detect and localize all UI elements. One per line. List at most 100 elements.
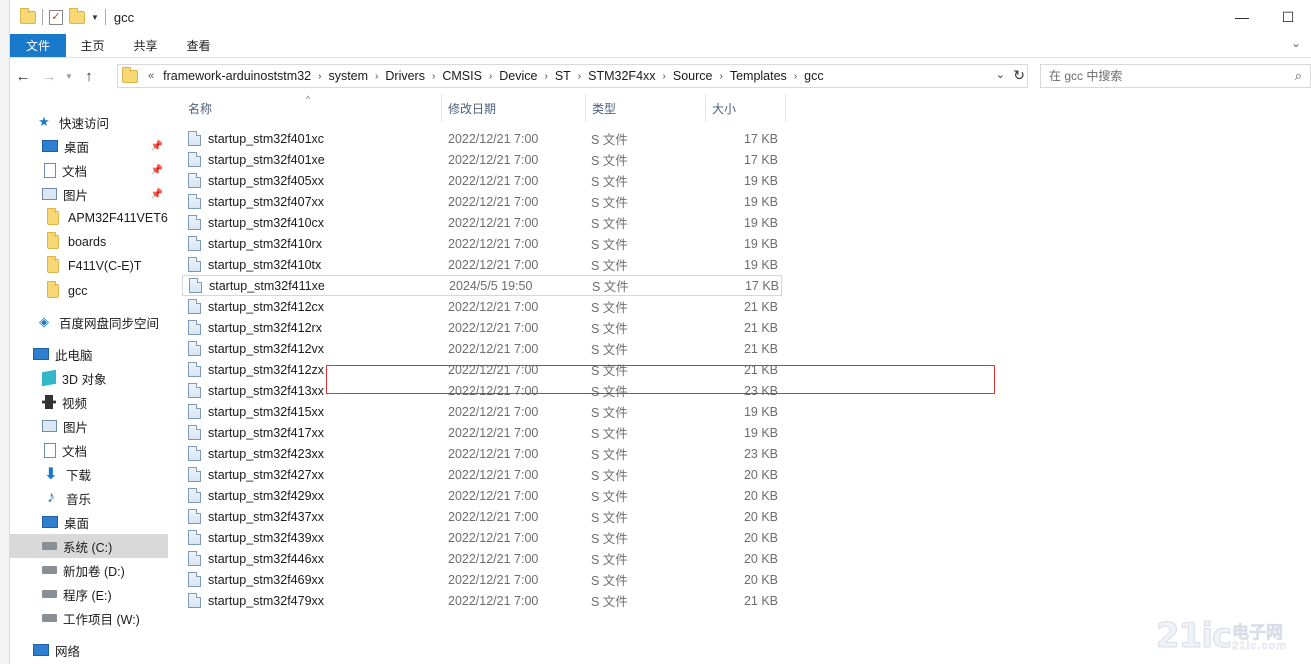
column-header-size[interactable]: 大小 bbox=[706, 94, 786, 122]
search-box[interactable]: ⌕ bbox=[1040, 64, 1311, 88]
breadcrumb-separator-icon[interactable]: › bbox=[792, 71, 799, 82]
breadcrumb-item[interactable]: framework-arduinoststm32 bbox=[158, 69, 316, 83]
table-row[interactable]: startup_stm32f415xx 2022/12/21 7:00 S 文件 19… bbox=[182, 401, 782, 422]
nav-baidu-sync[interactable]: ◈ 百度网盘同步空间 bbox=[10, 310, 168, 334]
column-header-name[interactable]: 名称 bbox=[182, 94, 442, 122]
nav-folder-gcc[interactable]: gcc bbox=[10, 279, 168, 303]
nav-downloads[interactable]: ⬇ 下载 bbox=[10, 462, 168, 486]
table-row[interactable]: startup_stm32f417xx 2022/12/21 7:00 S 文件 19… bbox=[182, 422, 782, 443]
file-name-text: startup_stm32f412cx bbox=[208, 299, 325, 314]
breadcrumb-item[interactable]: Source bbox=[668, 69, 718, 83]
nav-folder-apm32[interactable]: APM32F411VET6 bbox=[10, 206, 168, 230]
nav-drive-d[interactable]: 新加卷 (D:) bbox=[10, 558, 168, 582]
breadcrumb-separator-icon[interactable]: › bbox=[430, 71, 437, 82]
table-row[interactable]: startup_stm32f412rx 2022/12/21 7:00 S 文件 21… bbox=[182, 317, 782, 338]
nav-drive-w[interactable]: 工作项目 (W:) bbox=[10, 606, 168, 630]
table-row[interactable]: startup_stm32f405xx 2022/12/21 7:00 S 文件 19… bbox=[182, 170, 782, 191]
refresh-icon[interactable]: ↻ bbox=[1013, 67, 1025, 84]
file-name: startup_stm32f429xx bbox=[188, 488, 324, 503]
table-row[interactable]: startup_stm32f411xe 2024/5/5 19:50 S 文件 17 … bbox=[182, 275, 782, 296]
network-icon bbox=[33, 644, 49, 656]
table-row[interactable]: startup_stm32f412vx 2022/12/21 7:00 S 文件 21… bbox=[182, 338, 782, 359]
nav-quick-access[interactable]: ★ 快速访问 bbox=[10, 110, 168, 134]
breadcrumb-separator-icon[interactable]: › bbox=[717, 71, 724, 82]
address-history-dropdown-icon[interactable]: ⌄ bbox=[996, 68, 1005, 81]
file-icon bbox=[188, 530, 201, 545]
nav-pictures[interactable]: 图片 bbox=[10, 414, 168, 438]
table-row[interactable]: startup_stm32f446xx 2022/12/21 7:00 S 文件 20… bbox=[182, 548, 782, 569]
breadcrumb-item[interactable]: Drivers bbox=[380, 69, 430, 83]
properties-icon[interactable]: ✓ bbox=[49, 9, 63, 25]
recent-locations-icon[interactable]: ▼ bbox=[62, 72, 76, 81]
file-type: S 文件 bbox=[591, 406, 628, 420]
tab-view[interactable]: 查看 bbox=[172, 34, 225, 57]
nav-folder-f411v[interactable]: F411V(C-E)T bbox=[10, 254, 168, 278]
table-row[interactable]: startup_stm32f410rx 2022/12/21 7:00 S 文件 19… bbox=[182, 233, 782, 254]
nav-drive-c[interactable]: 系统 (C:) bbox=[10, 534, 168, 558]
nav-folder-boards[interactable]: boards bbox=[10, 230, 168, 254]
table-row[interactable]: startup_stm32f412zx 2022/12/21 7:00 S 文件 21… bbox=[182, 359, 782, 380]
customize-toolbar-icon[interactable]: ▼ bbox=[91, 13, 99, 22]
file-name: startup_stm32f407xx bbox=[188, 194, 324, 209]
up-button[interactable]: ↑ bbox=[76, 68, 102, 85]
minimize-button[interactable]: — bbox=[1219, 0, 1265, 34]
table-row[interactable]: startup_stm32f410cx 2022/12/21 7:00 S 文件 19… bbox=[182, 212, 782, 233]
table-row[interactable]: startup_stm32f413xx 2022/12/21 7:00 S 文件 23… bbox=[182, 380, 782, 401]
breadcrumb-item[interactable]: Templates bbox=[725, 69, 792, 83]
nav-videos[interactable]: 视频 bbox=[10, 390, 168, 414]
table-row[interactable]: startup_stm32f469xx 2022/12/21 7:00 S 文件 20… bbox=[182, 569, 782, 590]
table-row[interactable]: startup_stm32f407xx 2022/12/21 7:00 S 文件 19… bbox=[182, 191, 782, 212]
table-row[interactable]: startup_stm32f423xx 2022/12/21 7:00 S 文件 23… bbox=[182, 443, 782, 464]
breadcrumb-overflow[interactable]: « bbox=[144, 70, 158, 82]
file-size: 21 KB bbox=[743, 299, 778, 314]
tab-home[interactable]: 主页 bbox=[66, 34, 119, 57]
nav-pictures-pinned[interactable]: 图片 📌 bbox=[10, 182, 168, 206]
table-row[interactable]: startup_stm32f439xx 2022/12/21 7:00 S 文件 20… bbox=[182, 527, 782, 548]
nav-music[interactable]: ♪ 音乐 bbox=[10, 486, 168, 510]
back-button[interactable]: ← bbox=[10, 68, 36, 85]
nav-network[interactable]: 网络 bbox=[10, 638, 168, 662]
nav-this-pc[interactable]: 此电脑 bbox=[10, 342, 168, 366]
breadcrumb-separator-icon[interactable]: › bbox=[487, 71, 494, 82]
maximize-button[interactable]: ☐ bbox=[1265, 0, 1311, 34]
table-row[interactable]: startup_stm32f401xe 2022/12/21 7:00 S 文件 17… bbox=[182, 149, 782, 170]
breadcrumb-separator-icon[interactable]: › bbox=[576, 71, 583, 82]
nav-desktop-pinned[interactable]: 桌面 📌 bbox=[10, 134, 168, 158]
column-header-date[interactable]: 修改日期 bbox=[442, 94, 586, 122]
nav-3d-objects[interactable]: 3D 对象 bbox=[10, 366, 168, 390]
search-input[interactable] bbox=[1049, 69, 1279, 83]
column-header-type[interactable]: 类型 bbox=[586, 94, 706, 122]
table-row[interactable]: startup_stm32f429xx 2022/12/21 7:00 S 文件 20… bbox=[182, 485, 782, 506]
tab-share[interactable]: 共享 bbox=[119, 34, 172, 57]
breadcrumb-item[interactable]: STM32F4xx bbox=[583, 69, 660, 83]
table-row[interactable]: startup_stm32f410tx 2022/12/21 7:00 S 文件 19… bbox=[182, 254, 782, 275]
nav-drive-e[interactable]: 程序 (E:) bbox=[10, 582, 168, 606]
tab-file[interactable]: 文件 bbox=[10, 34, 66, 57]
breadcrumb-item[interactable]: ST bbox=[550, 69, 576, 83]
table-row[interactable]: startup_stm32f437xx 2022/12/21 7:00 S 文件 20… bbox=[182, 506, 782, 527]
forward-button[interactable]: → bbox=[36, 68, 62, 85]
expand-ribbon-icon[interactable]: ⌄ bbox=[1291, 36, 1301, 50]
breadcrumb-separator-icon[interactable]: › bbox=[373, 71, 380, 82]
breadcrumb-separator-icon[interactable]: › bbox=[661, 71, 668, 82]
file-icon bbox=[188, 341, 201, 356]
table-row[interactable]: startup_stm32f479xx 2022/12/21 7:00 S 文件 21… bbox=[182, 590, 782, 611]
breadcrumb-item[interactable]: Device bbox=[494, 69, 542, 83]
file-size: 20 KB bbox=[743, 488, 778, 503]
address-bar[interactable]: « framework-arduinoststm32 › system › Dr… bbox=[117, 64, 1028, 88]
new-folder-icon[interactable] bbox=[69, 7, 85, 24]
table-row[interactable]: startup_stm32f412cx 2022/12/21 7:00 S 文件 21… bbox=[182, 296, 782, 317]
nav-documents-pinned[interactable]: 文档 📌 bbox=[10, 158, 168, 182]
nav-documents[interactable]: 文档 bbox=[10, 438, 168, 462]
table-row[interactable]: startup_stm32f401xc 2022/12/21 7:00 S 文件 17… bbox=[182, 128, 782, 149]
breadcrumb-item[interactable]: CMSIS bbox=[437, 69, 487, 83]
breadcrumb-item-current[interactable]: gcc bbox=[799, 69, 828, 83]
pin-icon: 📌 bbox=[150, 188, 163, 200]
breadcrumb-separator-icon[interactable]: › bbox=[316, 71, 323, 82]
breadcrumb-separator-icon[interactable]: › bbox=[542, 71, 549, 82]
file-date: 2022/12/21 7:00 bbox=[448, 299, 539, 314]
nav-desktop[interactable]: 桌面 bbox=[10, 510, 168, 534]
breadcrumb-item[interactable]: system bbox=[323, 69, 373, 83]
search-icon[interactable]: ⌕ bbox=[1295, 68, 1302, 84]
table-row[interactable]: startup_stm32f427xx 2022/12/21 7:00 S 文件 20… bbox=[182, 464, 782, 485]
